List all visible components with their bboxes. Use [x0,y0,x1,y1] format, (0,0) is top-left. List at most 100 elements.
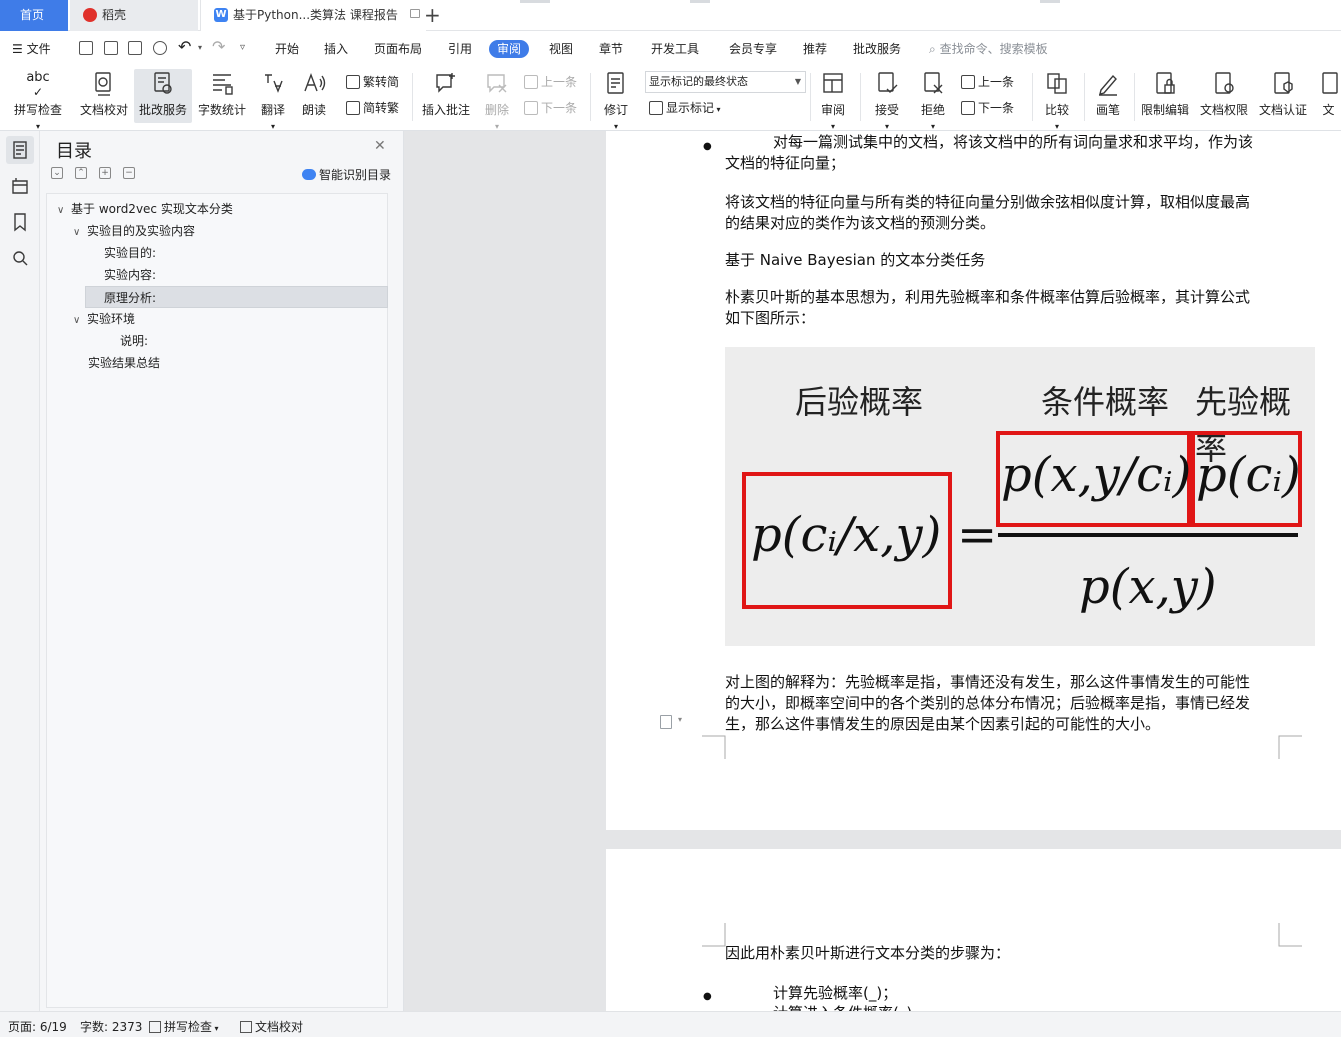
comment-marker-icon[interactable] [660,715,672,729]
undo-dropdown-icon[interactable]: ▾ [198,39,202,57]
tab-chapter[interactable]: 章节 [599,40,623,58]
command-search[interactable]: ⌕ 查找命令、搜索模板 [929,40,1048,58]
compare-button[interactable]: 比较 ▾ [1037,69,1077,131]
toc-item[interactable]: ∨ 实验目的及实验内容 [73,220,195,242]
export-pdf-icon[interactable] [104,41,118,55]
save-icon[interactable] [79,41,93,55]
formula-image[interactable]: 后验概率 条件概率 先验概率 p(cᵢ/x,y) = p(x,y/cᵢ) p(c… [725,347,1315,646]
doc-list-item: 计算进入条件概率(_) [773,1003,912,1011]
close-icon[interactable]: ✕ [374,138,386,154]
posterior-label: 后验概率 [795,383,924,421]
toc-item[interactable]: 实验结果总结 [88,352,160,374]
status-bar: 页面: 6/19 字数: 2373 拼写检查 ▾ 文档校对 [0,1011,1341,1037]
insert-comment-button[interactable]: 插入批注 [418,69,474,123]
toc-item[interactable]: 说明: [120,330,148,352]
accept-button[interactable]: 接受 ▾ [866,69,908,131]
word-count-indicator[interactable]: 字数: 2373 [80,1018,142,1035]
tab-review[interactable]: 审阅 [489,40,530,58]
document-page[interactable]: 因此用朴素贝叶斯进行文本分类的步骤为： ● 计算先验概率(_)； 计算进入条件概… [606,849,1341,1011]
tab-daoke[interactable]: 稻壳 [70,0,198,31]
tab-page-layout[interactable]: 页面布局 [374,40,422,58]
tab-start[interactable]: 开始 [275,40,299,58]
prev-comment-button[interactable]: 上一条 [524,74,577,90]
chevron-down-icon[interactable]: ∨ [73,222,83,244]
collapse-all-icon[interactable]: ⌄ [51,167,63,179]
smart-toc-button[interactable]: 智能识别目录 [302,166,391,183]
toc-item[interactable]: 实验内容: [104,264,156,286]
customize-quick-access-icon[interactable]: ▿ [240,39,245,57]
proofread-button[interactable]: 文档校对 [76,69,132,123]
toc-item[interactable]: 实验目的: [104,242,156,264]
tab-developer[interactable]: 开发工具 [651,40,699,58]
toc-item-selected[interactable]: 原理分析: [85,286,388,308]
prev-change-button[interactable]: 上一条 [961,74,1014,90]
track-changes-button[interactable]: 修订 ▾ [596,69,636,131]
chevron-down-icon[interactable]: ∨ [73,310,83,332]
reject-button[interactable]: 拒绝 ▾ [912,69,954,131]
markup-mode-select[interactable]: 显示标记的最终状态 ▼ [645,71,806,93]
margin-corner-marker [702,735,726,759]
file-menu[interactable]: ☰ 文件 [12,40,51,58]
show-markup-button[interactable]: 显示标记 ▾ [649,100,721,118]
document-page[interactable]: ● 对每一篇测试集中的文档，将该文档中的所有词向量求和求平均，作为该 文档的特征… [606,131,1341,830]
review-pane-button[interactable]: 审阅 ▾ [814,69,852,131]
delete-comment-button[interactable]: 删除 ▾ [478,69,516,131]
tab-membership[interactable]: 会员专享 [729,40,777,58]
correction-service-button[interactable]: 批改服务 [134,69,192,123]
status-spellcheck-label: 拼写检查 [164,1020,213,1034]
restrict-edit-button[interactable]: 限制编辑 [1139,69,1191,123]
chapter-nav-button[interactable] [6,172,34,200]
translate-icon [265,74,283,93]
bookmark-nav-button[interactable] [6,208,34,236]
toc-panel: 目录 ✕ ⌄ ⌃ + − 智能识别目录 ∨ 基于 word2vec 实现文本分类 … [40,131,404,1011]
document-canvas[interactable]: ● 对每一篇测试集中的文档，将该文档中的所有词向量求和求平均，作为该 文档的特征… [404,131,1341,1011]
tab-references[interactable]: 引用 [448,40,472,58]
tab-float-icon[interactable] [410,9,420,18]
chevron-down-icon: ▼ [794,77,801,86]
status-proofread-label: 文档校对 [255,1020,304,1034]
doc-more-button[interactable]: 文 [1316,69,1341,123]
search-nav-button[interactable] [6,244,34,272]
toc-nav-button[interactable] [6,136,34,164]
tab-home[interactable]: 首页 [0,0,68,31]
doc-certify-button[interactable]: 文档认证 [1256,69,1310,123]
minus-icon[interactable]: − [123,167,135,179]
new-tab-button[interactable]: + [424,3,441,27]
toc-item[interactable]: ∨ 实验环境 [73,308,135,330]
redo-icon[interactable]: ↷ [212,38,225,56]
print-icon[interactable] [128,41,142,55]
status-spellcheck[interactable]: 拼写检查 ▾ [149,1018,219,1035]
chevron-down-icon[interactable]: ∨ [57,200,67,222]
track-changes-icon [607,72,624,94]
trad-to-simp-button[interactable]: 繁转简 [346,74,399,90]
tab-insert[interactable]: 插入 [324,40,348,58]
prev-comment-label: 上一条 [541,75,578,89]
page-indicator[interactable]: 页面: 6/19 [8,1018,67,1035]
print-preview-icon[interactable] [153,41,167,55]
tab-document-label: 基于Python...类算法 课程报告 [233,8,398,22]
translate-button[interactable]: 翻译 ▾ [253,69,293,131]
undo-icon[interactable]: ↶ [178,38,191,56]
expand-up-icon[interactable]: ⌃ [75,167,87,179]
document-permission-icon [1215,72,1234,94]
pen-label: 画笔 [1095,103,1120,117]
spellcheck-button[interactable]: abc ✓ 拼写检查 ▾ [6,69,70,132]
pen-button[interactable]: 画笔 [1089,69,1127,123]
simp-to-trad-button[interactable]: 简转繁 [346,100,399,116]
status-proofread[interactable]: 文档校对 [240,1018,303,1035]
next-change-button[interactable]: 下一条 [961,100,1014,116]
markup-mode-value: 显示标记的最终状态 [649,75,748,88]
tab-view[interactable]: 视图 [549,40,573,58]
tab-correction-service[interactable]: 批改服务 [853,40,901,58]
next-comment-button[interactable]: 下一条 [524,100,577,116]
plus-icon[interactable]: + [99,167,111,179]
toc-item[interactable]: ∨ 基于 word2vec 实现文本分类 [57,198,233,220]
tab-recommend[interactable]: 推荐 [803,40,827,58]
document-icon [1321,72,1338,94]
doc-permission-button[interactable]: 文档权限 [1197,69,1251,123]
tab-document[interactable]: W 基于Python...类算法 课程报告 [200,0,426,31]
ribbon-divider [590,73,591,121]
chevron-down-icon[interactable]: ▾ [678,715,682,724]
word-count-button[interactable]: 字数统计 [195,69,249,123]
read-aloud-button[interactable]: 朗读 [297,69,331,123]
